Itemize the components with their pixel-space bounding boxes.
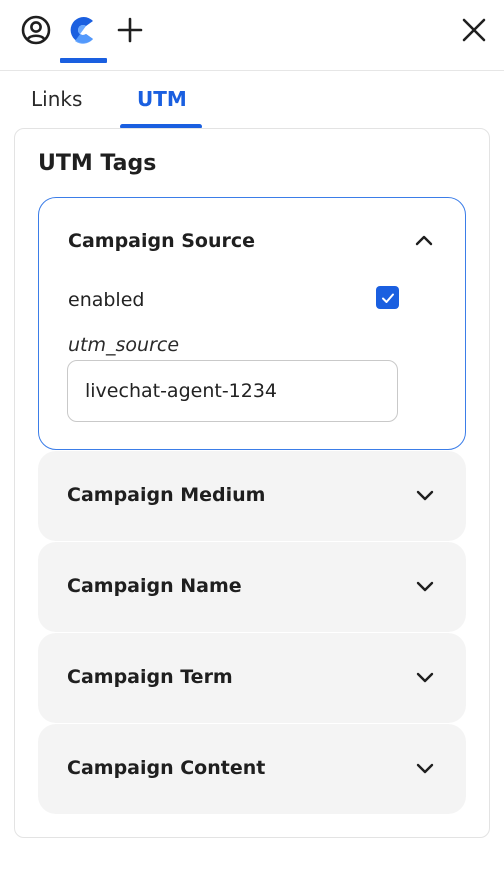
accordion-label: Campaign Content [67,757,266,779]
accordion-label: Campaign Term [67,666,233,688]
top-toolbar [0,0,504,71]
accordion-label: Campaign Source [68,230,256,252]
accordion-campaign-name[interactable]: Campaign Name [38,542,466,632]
accordion-header-campaign-source[interactable]: Campaign Source [68,230,435,252]
accordion-campaign-medium[interactable]: Campaign Medium [38,451,466,541]
accordion-header-campaign-name[interactable]: Campaign Name [67,575,436,597]
accordion-header-campaign-medium[interactable]: Campaign Medium [67,484,436,506]
close-icon[interactable] [454,10,494,50]
utm-source-label: utm_source [68,334,180,356]
accordion-label: Campaign Medium [67,484,266,506]
app-logo-icon[interactable] [63,10,103,50]
enabled-label: enabled [68,289,145,311]
utm-source-input[interactable] [67,360,398,422]
accordion-header-campaign-term[interactable]: Campaign Term [67,666,436,688]
chevron-up-icon[interactable] [413,230,435,252]
utm-tags-panel: UTM Tags Campaign Source enabled utm_sou… [14,128,490,838]
chevron-down-icon[interactable] [414,666,436,688]
active-app-indicator [60,58,107,63]
accordion-campaign-source: Campaign Source enabled utm_source [38,197,466,450]
plus-icon[interactable] [110,10,150,50]
chevron-down-icon[interactable] [414,757,436,779]
panel-title: UTM Tags [38,151,157,176]
tab-links[interactable]: Links [31,86,82,112]
accordion-header-campaign-content[interactable]: Campaign Content [67,757,436,779]
check-icon [381,293,394,303]
chevron-down-icon[interactable] [414,575,436,597]
enabled-checkbox[interactable] [376,286,399,309]
accordion-label: Campaign Name [67,575,242,597]
chevron-down-icon[interactable] [414,484,436,506]
user-circle-icon[interactable] [16,10,56,50]
tab-utm[interactable]: UTM [137,86,187,112]
tab-bar: Links UTM [0,72,504,130]
accordion-campaign-content[interactable]: Campaign Content [38,724,466,814]
accordion-campaign-term[interactable]: Campaign Term [38,633,466,723]
